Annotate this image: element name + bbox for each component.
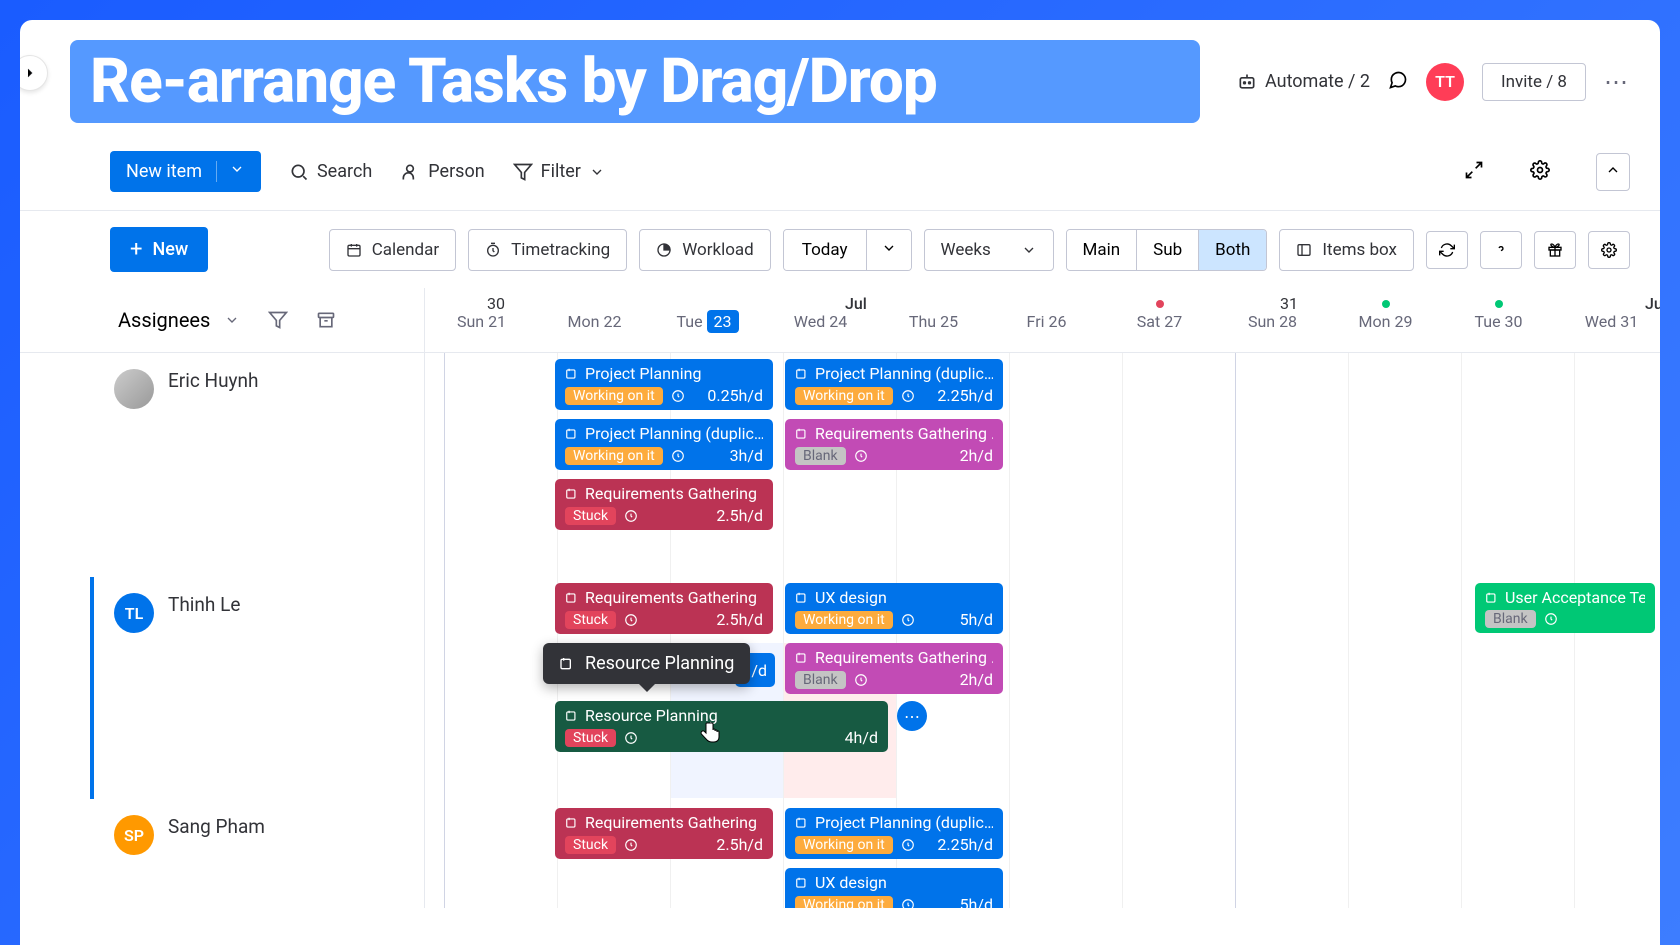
task-card[interactable]: Project PlanningWorking on it0.25h/d (555, 359, 773, 410)
timeline-grid[interactable]: Project PlanningWorking on it0.25h/dProj… (425, 353, 1660, 908)
assignee-name: Sang Pham (168, 815, 265, 838)
timetracking-label: Timetracking (511, 240, 610, 260)
items-box-button[interactable]: Items box (1279, 229, 1414, 271)
view-mode-segment: Main Sub Both (1066, 229, 1268, 271)
both-view-button[interactable]: Both (1199, 230, 1266, 270)
timeline-header: Assignees Jul Jul 30 31 Sun 21Mon 22Tue … (20, 288, 1660, 353)
filter-icon[interactable] (268, 310, 288, 330)
day-column[interactable]: Thu 25 (877, 288, 990, 352)
automate-label: Automate / 2 (1265, 71, 1370, 92)
weeks-dropdown-button[interactable]: Weeks (924, 229, 1054, 271)
timetracking-view-button[interactable]: Timetracking (468, 229, 627, 271)
assignee-name: Thinh Le (168, 593, 240, 616)
toolbar-secondary: + New Calendar Timetracking Workload Tod… (20, 211, 1660, 288)
user-avatar[interactable]: TT (1426, 63, 1464, 101)
new-button[interactable]: + New (110, 227, 208, 272)
day-column[interactable]: Mon 29 (1329, 288, 1442, 352)
day-column[interactable]: Sat 27 (1103, 288, 1216, 352)
day-column[interactable]: Wed 24 (764, 288, 877, 352)
task-card[interactable]: Resource PlanningStuck4h/d (555, 701, 888, 752)
day-column[interactable]: Fri 26 (990, 288, 1103, 352)
calendar-view-button[interactable]: Calendar (329, 229, 456, 271)
sub-view-button[interactable]: Sub (1137, 230, 1199, 270)
archive-icon[interactable] (316, 310, 336, 330)
search-button[interactable]: Search (289, 161, 372, 182)
task-tooltip: Resource Planning (543, 643, 750, 684)
assignee-column: Eric Huynh TL Thinh Le SP Sang Pham (90, 353, 425, 908)
chevron-down-icon (589, 164, 605, 180)
task-card[interactable]: Project Planning (duplic…Working on it3h… (555, 419, 773, 470)
assignee-row[interactable]: Eric Huynh (90, 353, 424, 577)
workload-label: Workload (682, 240, 754, 260)
assignee-row[interactable]: TL Thinh Le (90, 577, 424, 799)
timeline-body: Eric Huynh TL Thinh Le SP Sang Pham Proj… (20, 353, 1660, 908)
new-item-label: New item (126, 161, 202, 182)
weeks-label: Weeks (941, 240, 991, 260)
task-card[interactable]: Requirements GatheringStuck2.5h/d (555, 479, 773, 530)
task-card[interactable]: Requirements GatheringStuck2.5h/d (555, 583, 773, 634)
toolbar-primary: New item Search Person Filter (20, 133, 1660, 211)
settings-button[interactable] (1530, 160, 1550, 184)
avatar (114, 369, 154, 409)
main-view-button[interactable]: Main (1067, 230, 1138, 270)
task-card[interactable]: Project Planning (duplic…Working on it2.… (785, 808, 1003, 859)
day-column[interactable]: Tue 30 (1442, 288, 1555, 352)
avatar: TL (114, 593, 154, 633)
task-card[interactable]: Requirements GatheringStuck2.5h/d (555, 808, 773, 859)
day-column[interactable]: Mon 22 (538, 288, 651, 352)
assignees-column-header[interactable]: Assignees (90, 288, 425, 352)
assignee-name: Eric Huynh (168, 369, 259, 392)
chat-button[interactable] (1388, 70, 1408, 94)
page-title: Re-arrange Tasks by Drag/Drop (70, 40, 1200, 123)
task-card[interactable]: UX designWorking on it5h/d (785, 583, 1003, 634)
workload-view-button[interactable]: Workload (639, 229, 771, 271)
day-column[interactable]: Sun 28 (1216, 288, 1329, 352)
new-item-button[interactable]: New item (110, 151, 261, 192)
fullscreen-button[interactable] (1464, 160, 1484, 184)
day-column[interactable]: Tue 23 (651, 288, 764, 352)
task-card[interactable]: Requirements Gathering …Blank2h/d (785, 419, 1003, 470)
assignee-row[interactable]: SP Sang Pham (90, 799, 424, 899)
collapse-pane-button[interactable] (1596, 153, 1630, 191)
today-dropdown-button[interactable] (866, 230, 911, 270)
top-bar: Re-arrange Tasks by Drag/Drop Automate /… (20, 20, 1660, 133)
calendar-label: Calendar (372, 240, 439, 260)
task-actions-button[interactable]: ⋯ (897, 701, 927, 731)
filter-label: Filter (541, 161, 581, 182)
chevron-down-icon[interactable] (216, 161, 245, 182)
day-column[interactable]: Wed 31 (1555, 288, 1660, 352)
settings-button-2[interactable] (1588, 231, 1630, 269)
day-headers: Jul Jul 30 31 Sun 21Mon 22Tue 23Wed 24Th… (425, 288, 1660, 352)
gift-button[interactable] (1534, 231, 1576, 269)
more-menu-button[interactable]: ⋯ (1604, 68, 1630, 96)
items-box-label: Items box (1322, 240, 1397, 260)
person-label: Person (428, 161, 484, 182)
automate-button[interactable]: Automate / 2 (1237, 71, 1370, 92)
search-label: Search (317, 161, 372, 182)
person-filter-button[interactable]: Person (400, 161, 484, 182)
assignees-label: Assignees (118, 308, 210, 332)
task-card[interactable]: UX designWorking on it5h/d (785, 868, 1003, 908)
plus-icon: + (130, 237, 142, 262)
today-button[interactable]: Today (784, 230, 866, 270)
day-column[interactable]: Sun 21 (425, 288, 538, 352)
invite-button[interactable]: Invite / 8 (1482, 63, 1586, 101)
new-label: New (152, 239, 188, 260)
filter-button[interactable]: Filter (513, 161, 605, 182)
avatar: SP (114, 815, 154, 855)
chevron-down-icon (224, 312, 240, 328)
task-card[interactable]: Requirements Gathering …Blank2h/d (785, 643, 1003, 694)
refresh-button[interactable] (1426, 231, 1468, 269)
cursor-icon (700, 721, 720, 750)
task-card[interactable]: Project Planning (duplic…Working on it2.… (785, 359, 1003, 410)
help-button[interactable] (1480, 231, 1522, 269)
task-card[interactable]: User Acceptance TesBlank (1475, 583, 1655, 633)
